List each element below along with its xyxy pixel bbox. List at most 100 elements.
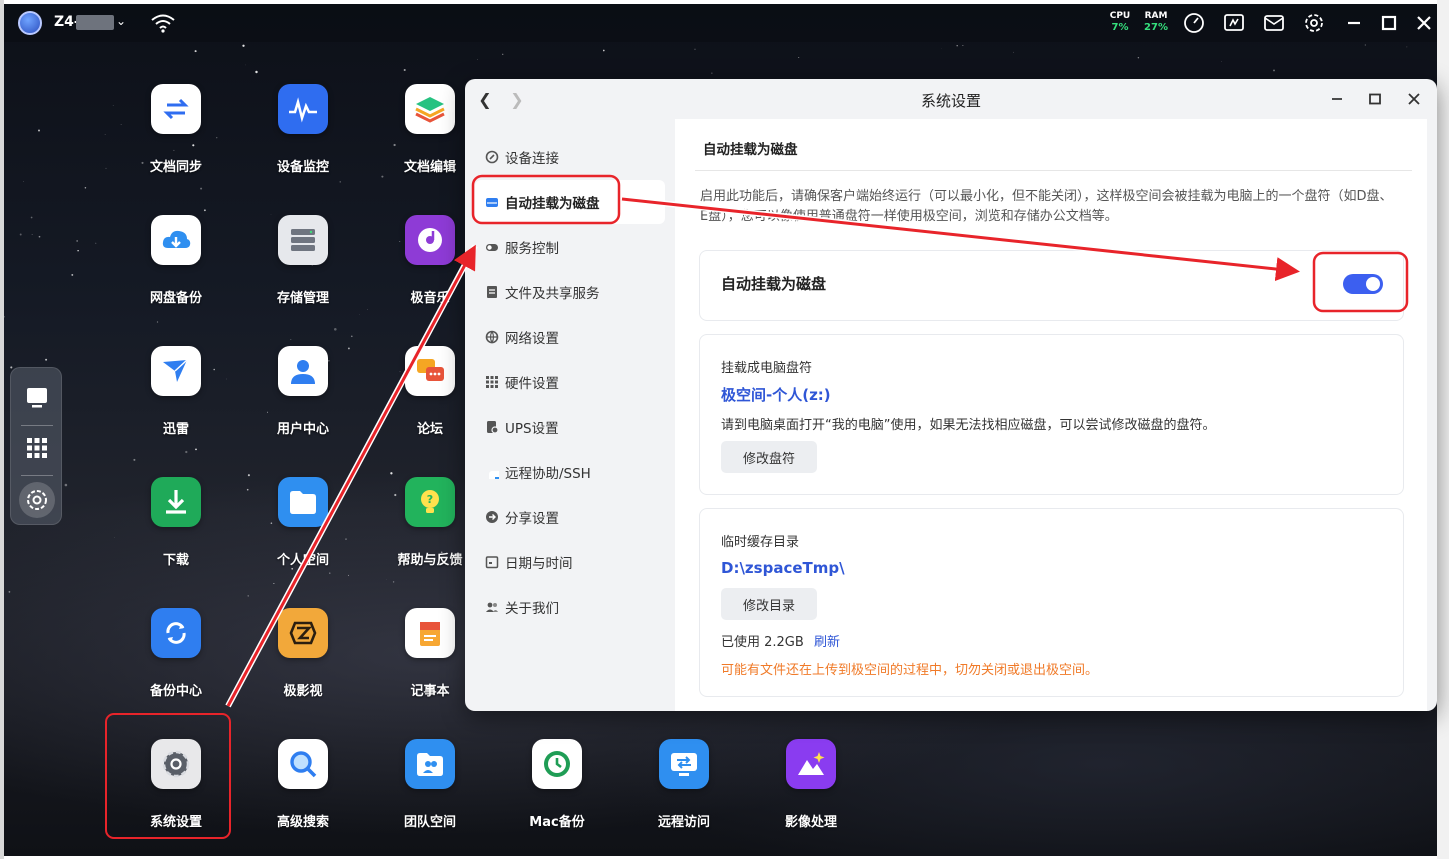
app-label: 存储管理 — [276, 291, 329, 306]
settings-nav: 设备连接 自动挂载为磁盘服务控制文件及共享服务 网络设置硬件设置 UPS设置远程协助/… — [465, 119, 675, 711]
app-cloud-download[interactable]: 网盘备份 — [116, 215, 236, 306]
app-label: 影像处理 — [784, 815, 837, 830]
app-bird[interactable]: 迅雷 — [116, 346, 236, 437]
app-image-process[interactable]: 影像处理 — [751, 739, 871, 830]
backup-icon — [151, 608, 201, 658]
close-icon[interactable] — [1412, 11, 1436, 35]
monitor-icon[interactable] — [1222, 11, 1246, 35]
wifi-icon[interactable] — [150, 12, 176, 34]
settings-window: ❮ ❯ 系统设置 设备连接 自动挂载为磁盘 服务控制 文件及共享服务 网络设置 硬件设置 U… — [465, 79, 1437, 711]
film-icon — [278, 608, 328, 658]
apps-grid-icon[interactable] — [19, 430, 55, 466]
app-film[interactable]: 极影视 — [243, 608, 363, 699]
nav-item-8[interactable]: 分享设置 — [475, 495, 665, 539]
background-strip-right — [1437, 0, 1449, 859]
app-folder[interactable]: 个人空间 — [243, 477, 363, 568]
dock-divider — [21, 475, 53, 476]
disk-icon — [485, 195, 499, 209]
drive-hint: 请到电脑桌面打开“我的电脑”使用，如果无法找相应磁盘，可以尝试修改磁盘的盘符。 — [721, 418, 1216, 433]
app-backup[interactable]: 备份中心 — [116, 608, 236, 699]
bird-icon — [151, 346, 201, 396]
download-icon — [151, 477, 201, 527]
settings-icon[interactable] — [19, 482, 55, 518]
top-bar: Z4- ⌄ CPU 7% RAM 27% — [4, 4, 1437, 42]
remote-icon — [485, 465, 499, 479]
nav-item-2[interactable]: 服务控制 — [475, 225, 665, 269]
toggle-card: 自动挂载为磁盘 — [699, 250, 1404, 321]
svg-text:?: ? — [427, 493, 433, 506]
drive-letter-card: 挂载成电脑盘符 极空间-个人(z:) 请到电脑桌面打开“我的电脑”使用，如果无法… — [699, 334, 1404, 495]
window-title: 系统设置 — [920, 92, 981, 110]
app-storage[interactable]: 存储管理 — [243, 215, 363, 306]
app-search[interactable]: 高级搜索 — [243, 739, 363, 830]
nav-item-label: 远程协助/SSH — [505, 466, 591, 482]
app-label: 远程访问 — [657, 815, 710, 830]
nav-item-label: 文件及共享服务 — [505, 286, 600, 302]
highlight-box-settings — [105, 713, 231, 839]
share-icon — [485, 510, 499, 524]
app-label: 文档同步 — [149, 160, 202, 175]
content-description: 启用此功能后，请确保客户端始终运行（可以最小化，但不能关闭），这样极空间会被挂载… — [700, 189, 1393, 224]
gear-icon[interactable] — [1302, 11, 1326, 35]
nav-item-1[interactable]: 自动挂载为磁盘 — [475, 180, 665, 224]
notepad-icon — [405, 608, 455, 658]
nav-item-label: 服务控制 — [505, 241, 559, 257]
nav-item-label: 分享设置 — [505, 511, 559, 527]
minimize-icon[interactable] — [1342, 11, 1366, 35]
device-name-mask — [76, 15, 114, 30]
close-icon[interactable] — [1402, 87, 1426, 111]
maximize-icon[interactable] — [1363, 87, 1387, 111]
drive-label: 挂载成电脑盘符 — [721, 361, 813, 376]
auto-mount-toggle[interactable] — [1343, 274, 1383, 294]
minimize-icon[interactable] — [1325, 87, 1349, 111]
image-process-icon — [786, 739, 836, 789]
nav-item-0[interactable]: 设备连接 — [475, 135, 665, 179]
chevron-down-icon[interactable]: ⌄ — [116, 14, 126, 28]
team-folder-icon — [405, 739, 455, 789]
speed-icon[interactable] — [1182, 11, 1206, 35]
nav-item-label: 硬件设置 — [505, 376, 559, 392]
nav-item-6[interactable]: UPS设置 — [475, 405, 665, 449]
toggle-icon — [485, 240, 499, 254]
app-label: 网盘备份 — [149, 291, 202, 306]
change-dir-button[interactable]: 修改目录 — [721, 588, 818, 620]
monitor-wave-icon — [278, 84, 328, 134]
people-icon — [485, 600, 499, 614]
nav-item-label: 网络设置 — [505, 331, 559, 347]
ram-meter: RAM 27% — [1139, 11, 1173, 33]
calendar-icon — [485, 555, 499, 569]
app-clock[interactable]: Mac备份 — [497, 739, 617, 830]
change-drive-button[interactable]: 修改盘符 — [721, 441, 818, 473]
nav-item-label: 关于我们 — [505, 601, 559, 617]
cpu-label: CPU — [1109, 11, 1131, 21]
app-label: Mac备份 — [529, 815, 585, 830]
app-monitor-wave[interactable]: 设备监控 — [243, 84, 363, 175]
music-icon — [405, 215, 455, 265]
nav-item-9[interactable]: 日期与时间 — [475, 540, 665, 584]
file-icon — [485, 285, 499, 299]
app-sync[interactable]: 文档同步 — [116, 84, 236, 175]
nav-item-4[interactable]: 网络设置 — [475, 315, 665, 359]
desktop-icon[interactable] — [19, 380, 55, 416]
nav-item-5[interactable]: 硬件设置 — [475, 360, 665, 404]
toggle-knob — [1366, 277, 1380, 291]
chat-icon — [405, 346, 455, 396]
app-user[interactable]: 用户中心 — [243, 346, 363, 437]
app-remote[interactable]: 远程访问 — [624, 739, 744, 830]
ram-value: 27% — [1144, 22, 1168, 33]
app-team-folder[interactable]: 团队空间 — [370, 739, 490, 830]
maximize-icon[interactable] — [1377, 11, 1401, 35]
link-icon — [485, 150, 499, 164]
nav-item-label: UPS设置 — [505, 421, 559, 437]
mail-icon[interactable] — [1262, 11, 1286, 35]
cpu-meter: CPU 7% — [1103, 11, 1137, 33]
nav-item-7[interactable]: 远程协助/SSH — [475, 450, 665, 494]
app-download[interactable]: 下载 — [116, 477, 236, 568]
app-label: 下载 — [162, 553, 189, 568]
nav-item-3[interactable]: 文件及共享服务 — [475, 270, 665, 314]
nav-item-10[interactable]: 关于我们 — [475, 585, 665, 629]
app-label: 备份中心 — [149, 684, 202, 699]
window-titlebar: ❮ ❯ 系统设置 — [465, 79, 1437, 119]
refresh-link[interactable]: 刷新 — [814, 635, 840, 650]
avatar[interactable] — [18, 11, 42, 35]
